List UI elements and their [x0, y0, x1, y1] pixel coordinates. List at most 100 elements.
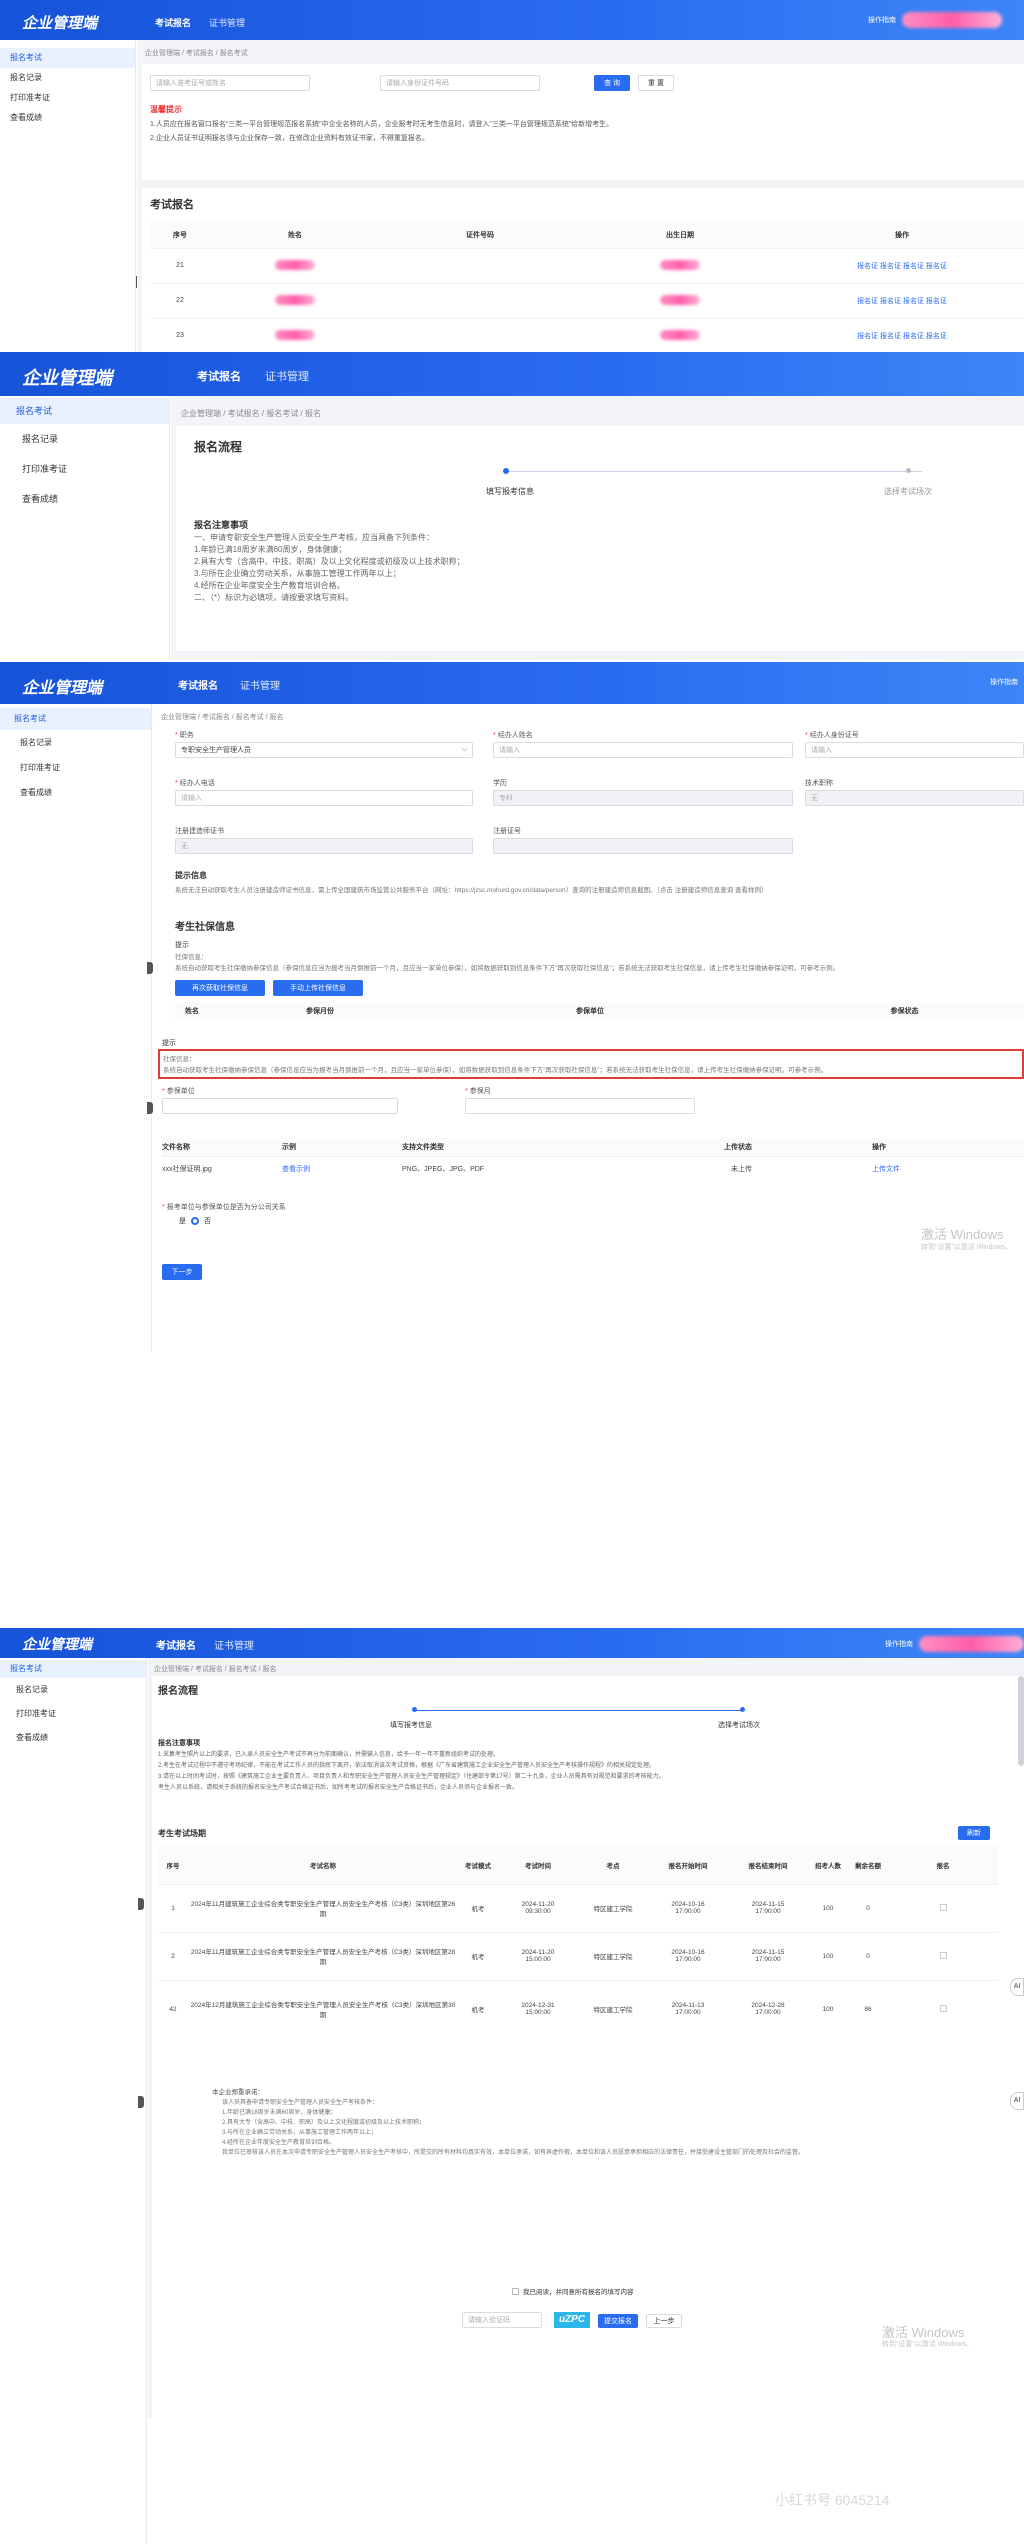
search-id-input[interactable]: 请输入身份证件号码 — [380, 75, 540, 91]
top-bar: 企业管理端 考试报名 证书管理 操作指南 — [0, 0, 1024, 40]
social-tip-title: 提示 — [175, 942, 189, 949]
collapse-handle[interactable] — [138, 2096, 144, 2108]
promise-line: 4.经所在企业年度安全生产教育培训合格。 — [222, 2140, 336, 2146]
user-guide-link[interactable]: 操作指南 — [990, 677, 1018, 687]
nav-cert-manage[interactable]: 证书管理 — [209, 16, 245, 29]
nav-cert-manage[interactable]: 证书管理 — [240, 677, 280, 692]
nav-exam-signup[interactable]: 考试报名 — [197, 368, 241, 384]
captcha-input[interactable]: 请输入验证码 — [462, 2312, 542, 2328]
radio-no-label[interactable]: 否 — [204, 1216, 211, 1226]
agree-checkbox[interactable] — [512, 2287, 519, 2295]
op-link[interactable]: 报名证 — [903, 263, 924, 270]
unit-input[interactable] — [162, 1098, 398, 1114]
sidebar-item-records[interactable]: 报名记录 — [0, 424, 169, 454]
phone-input[interactable]: 请输入 — [175, 790, 473, 806]
sidebar-item-signup[interactable]: 报名考试 — [0, 708, 151, 730]
sidebar-item-print[interactable]: 打印准考证 — [0, 755, 151, 780]
redacted-id — [380, 282, 580, 318]
op-link[interactable]: 报名证 — [926, 263, 947, 270]
list-card: 考试报名 序号 姓名 证件号码 出生日期 操作 21 报名证 报名证 报名证 报… — [142, 180, 1024, 352]
social-tip-text: 系统自动获取考生社保缴纳参保信息（参保信息应当为报考当月倒推前一个月，且应当一家… — [175, 965, 840, 972]
role-select[interactable]: 专职安全生产管理人员 ⌵ — [175, 742, 473, 758]
month-input[interactable] — [465, 1098, 695, 1114]
refetch-social-button[interactable]: 再次获取社保信息 — [175, 980, 265, 996]
flow-card: 报名流程 填写报考信息 选择考试场次 报名注意事项 一、申请专职安全生产管理人员… — [176, 426, 1024, 651]
panel-signup-flow: 企业管理端 考试报名 证书管理 报名考试 报名记录 打印准考证 查看成绩 企业管… — [0, 352, 1024, 660]
refresh-button[interactable]: 刷新 — [958, 1826, 990, 1840]
note-line: 考生人员以系统，请相关于系统的报名安全生产考试合格证书后，如所考考试的报名安全生… — [158, 1785, 519, 1791]
sidebar-item-print[interactable]: 打印准考证 — [0, 1702, 146, 1726]
op-link[interactable]: 报名证 — [926, 298, 947, 305]
exam-site: 特区建工学院 — [578, 1883, 648, 1932]
step-dot — [906, 468, 911, 473]
upload-file-link[interactable]: 上传文件 — [872, 1166, 900, 1173]
user-guide-link[interactable]: 操作指南 — [885, 1639, 913, 1649]
nav-exam-signup[interactable]: 考试报名 — [178, 677, 218, 692]
redacted-birth — [580, 317, 780, 352]
user-guide-link[interactable]: 操作指南 — [868, 15, 896, 25]
sidebar-item-score[interactable]: 查看成绩 — [0, 108, 135, 128]
radio-no[interactable] — [191, 1217, 199, 1225]
sidebar-item-score[interactable]: 查看成绩 — [0, 780, 151, 805]
signup-checkbox[interactable] — [888, 1883, 998, 1932]
col-birth: 出生日期 — [580, 222, 780, 248]
redacted-birth — [580, 247, 780, 283]
nav-cert-manage[interactable]: 证书管理 — [214, 1637, 254, 1652]
sidebar-item-records[interactable]: 报名记录 — [0, 1678, 146, 1702]
op-link[interactable]: 报名证 — [857, 333, 878, 340]
scrollbar[interactable] — [1018, 1676, 1024, 1766]
exam-mode: 机考 — [458, 1931, 498, 1980]
idcard-input[interactable]: 请输入 — [805, 742, 1024, 758]
op-link[interactable]: 报名证 — [880, 263, 901, 270]
reset-button[interactable]: 重 置 — [638, 75, 674, 91]
query-button[interactable]: 查 询 — [594, 75, 630, 91]
ai-float-icon[interactable]: AI — [1010, 2092, 1024, 2110]
op-cell: 上传文件 — [752, 1155, 1024, 1182]
name-input[interactable]: 请输入 — [493, 742, 793, 758]
nav-exam-signup[interactable]: 考试报名 — [155, 16, 191, 29]
nav-exam-signup[interactable]: 考试报名 — [156, 1637, 196, 1652]
breadcrumb: 企业管理端 / 考试报名 / 报名考试 / 报名 — [181, 409, 322, 418]
prev-button[interactable]: 上一步 — [646, 2314, 682, 2328]
sidebar: 报名考试 报名记录 打印准考证 查看成绩 — [0, 396, 170, 660]
op-link[interactable]: 报名证 — [903, 298, 924, 305]
sidebar-item-print[interactable]: 打印准考证 — [0, 454, 169, 484]
sidebar-item-signup[interactable]: 报名考试 — [0, 48, 135, 68]
sidebar-item-signup[interactable]: 报名考试 — [0, 1660, 146, 1678]
op-link[interactable]: 报名证 — [903, 333, 924, 340]
sidebar-item-records[interactable]: 报名记录 — [0, 730, 151, 755]
op-link[interactable]: 报名证 — [926, 333, 947, 340]
cert-label: 注册证号 — [493, 828, 521, 835]
submit-button[interactable]: 提交报名 — [598, 2314, 638, 2328]
sidebar-item-signup[interactable]: 报名考试 — [0, 398, 169, 424]
op-link[interactable]: 报名证 — [880, 333, 901, 340]
sidebar-item-print[interactable]: 打印准考证 — [0, 88, 135, 108]
signup-checkbox[interactable] — [888, 1979, 998, 2038]
reg-label: 注册建造师证书 — [175, 828, 224, 835]
captcha-image[interactable]: uZPC — [554, 2312, 590, 2328]
view-sample-link[interactable]: 查看示例 — [282, 1166, 310, 1173]
sidebar-item-score[interactable]: 查看成绩 — [0, 484, 169, 514]
upload-social-button[interactable]: 手动上传社保信息 — [273, 980, 363, 996]
search-input[interactable]: 请输入准考证号或姓名 — [150, 75, 310, 91]
exam-mode: 机考 — [458, 1979, 498, 2038]
ai-float-icon[interactable]: AI — [1010, 1978, 1024, 1996]
promise-line: 该人员具备申请专职安全生产管理人员安全生产考核条件： — [222, 2100, 379, 2106]
branch-question-text: 报考单位与参保单位是否为分公司关系 — [166, 1204, 286, 1211]
phone-label: * 经办人电话 — [175, 780, 215, 787]
step-line — [506, 471, 922, 472]
signup-checkbox[interactable] — [888, 1931, 998, 1980]
op-link[interactable]: 报名证 — [857, 263, 878, 270]
tip2-label: 社保信息： — [163, 1056, 196, 1063]
avatar[interactable] — [919, 1636, 1024, 1652]
op-link[interactable]: 报名证 — [857, 298, 878, 305]
op-link[interactable]: 报名证 — [880, 298, 901, 305]
next-button[interactable]: 下一步 — [162, 1264, 202, 1280]
sidebar-item-records[interactable]: 报名记录 — [0, 68, 135, 88]
avatar[interactable] — [902, 12, 1002, 28]
sidebar-item-score[interactable]: 查看成绩 — [0, 1726, 146, 1750]
radio-yes-label[interactable]: 是 — [179, 1216, 186, 1226]
title-label: 技术职称 — [805, 780, 833, 787]
nav-cert-manage[interactable]: 证书管理 — [265, 368, 309, 384]
collapse-handle[interactable] — [138, 1898, 144, 1910]
